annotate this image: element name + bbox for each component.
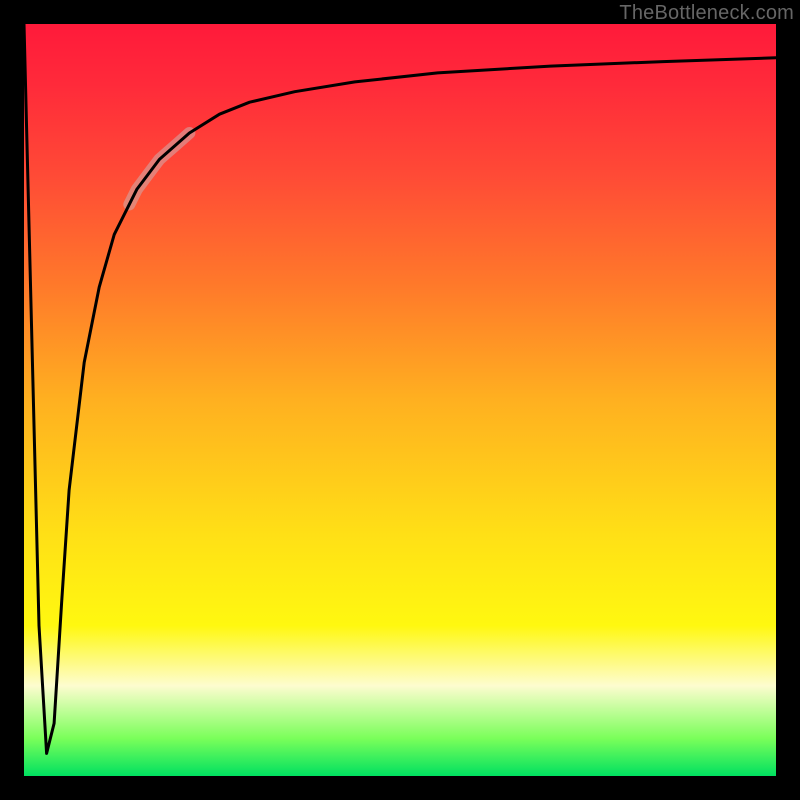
highlight-segment — [129, 133, 189, 205]
curve-layer — [24, 24, 776, 776]
chart-frame: TheBottleneck.com — [0, 0, 800, 800]
main-curve — [24, 24, 776, 753]
watermark-text: TheBottleneck.com — [619, 2, 794, 25]
